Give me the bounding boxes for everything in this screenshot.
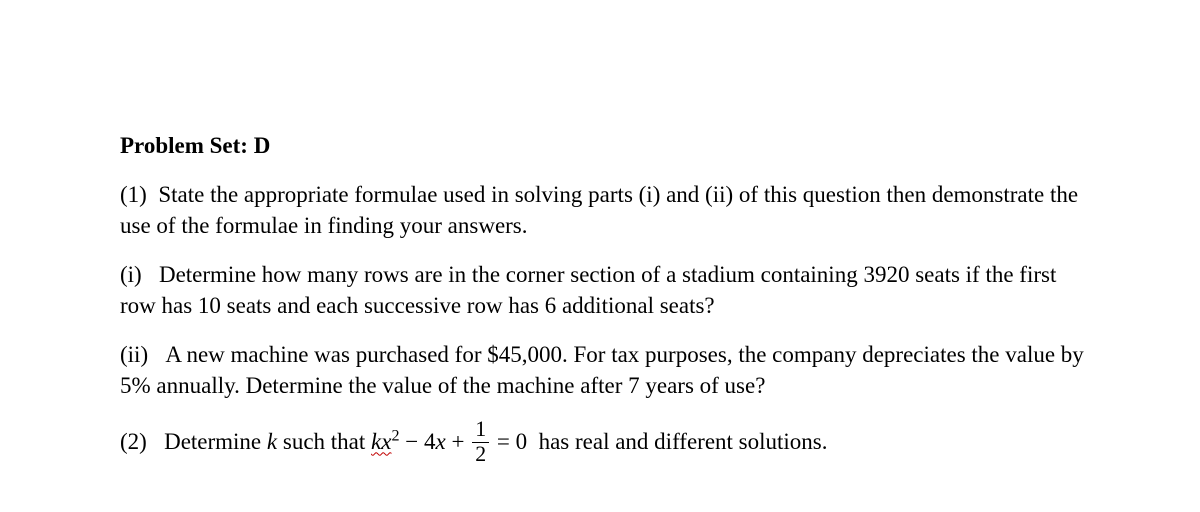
page-title: Problem Set: D [120,130,1090,161]
q2-kx: kx [371,429,391,454]
q1-number: (1) [120,182,147,207]
question-1-part-i: (i) Determine how many rows are in the c… [120,259,1090,321]
q1-intro-text: State the appropriate formulae used in s… [120,182,1078,238]
question-1-intro: (1) State the appropriate formulae used … [120,179,1090,241]
fraction-one-half: 12 [472,419,489,466]
question-2: (2) Determine k such that kx2 − 4x + 12 … [120,419,1090,467]
q2-sq: 2 [391,428,399,445]
q2-plus: + [446,429,470,454]
question-1-part-ii: (ii) A new machine was purchased for $45… [120,339,1090,401]
fraction-numerator: 1 [472,419,489,443]
fraction-denominator: 2 [472,443,489,466]
q2-number: (2) [120,429,147,454]
q2-mid: such that [277,429,371,454]
q2-k: k [267,429,277,454]
q2-minus: − 4 [400,429,436,454]
q2-x: x [435,429,445,454]
q2-eq: = 0 [491,429,527,454]
q2-lead: Determine [164,429,267,454]
q1i-number: (i) [120,262,142,287]
q1ii-number: (ii) [120,342,148,367]
problem-set-page: Problem Set: D (1) State the appropriate… [0,0,1200,505]
q1i-text: Determine how many rows are in the corne… [120,262,1056,318]
q1ii-text: A new machine was purchased for $45,000.… [120,342,1084,398]
q2-tail: has real and different solutions. [533,429,828,454]
